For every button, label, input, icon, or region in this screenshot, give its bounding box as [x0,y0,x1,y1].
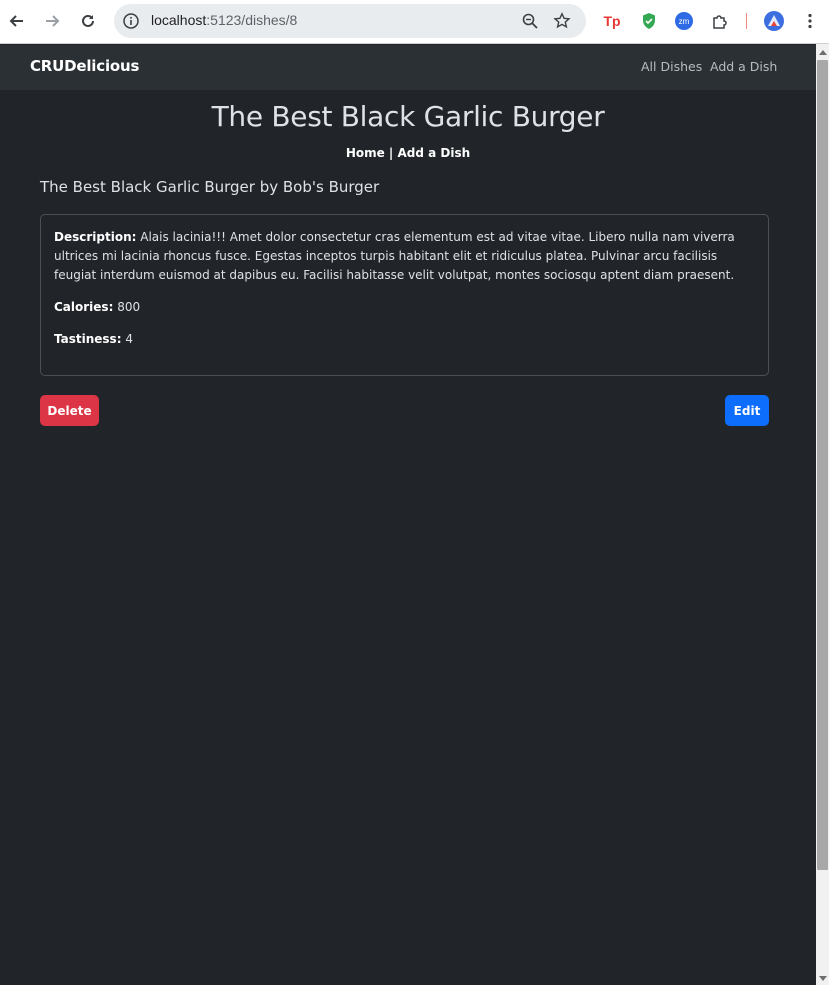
calories-value: 800 [117,300,141,314]
tp-extension-label: Tp [603,13,621,29]
brand-logo-text[interactable]: CRUDelicious [30,57,139,75]
url-host: localhost [151,12,207,28]
tastiness-text: Tastiness: 4 [54,330,754,349]
dish-heading: The Best Black Garlic Burger by Bob's Bu… [40,178,380,196]
back-arrow-icon[interactable] [6,10,28,32]
description-label: Description: [54,230,137,244]
nav-link-all-dishes[interactable]: All Dishes [641,59,702,74]
reload-icon[interactable] [77,10,99,32]
subnav-home-link[interactable]: Home [346,146,385,160]
calories-text: Calories: 800 [54,298,754,317]
extensions-puzzle-icon[interactable] [709,10,731,32]
dish-details-card: Description: Alais lacinia!!! Amet dolor… [40,214,769,376]
profile-avatar[interactable] [764,11,784,31]
tastiness-value: 4 [125,332,133,346]
subnav-separator: | [384,146,398,160]
edit-button[interactable]: Edit [725,395,769,426]
calories-label: Calories: [54,300,114,314]
browser-toolbar: localhost:5123/dishes/8 Tp zm [0,0,829,44]
kebab-menu-icon[interactable] [799,10,821,32]
zm-extension-icon[interactable]: zm [673,10,695,32]
description-text: Description: Alais lacinia!!! Amet dolor… [54,228,754,285]
app-navbar: CRUDelicious All Dishes Add a Dish [0,45,816,90]
zoom-icon[interactable] [521,12,539,30]
description-value: Alais lacinia!!! Amet dolor consectetur … [54,230,735,282]
toolbar-divider [746,13,747,29]
scrollbar-thumb[interactable] [817,60,828,870]
nav-link-add-dish[interactable]: Add a Dish [710,59,777,74]
subnav-add-dish-link[interactable]: Add a Dish [398,146,471,160]
address-bar[interactable]: localhost:5123/dishes/8 [114,4,586,38]
scroll-up-arrow-icon[interactable] [819,50,827,55]
url-path: :5123/dishes/8 [206,12,298,28]
tastiness-label: Tastiness: [54,332,122,346]
forward-arrow-icon[interactable] [41,10,63,32]
zm-extension-label: zm [675,12,693,30]
site-info-icon[interactable] [122,12,140,30]
page-title: The Best Black Garlic Burger [211,100,605,133]
url-text[interactable]: localhost:5123/dishes/8 [151,12,297,28]
tp-extension-icon[interactable]: Tp [601,10,623,32]
scroll-down-arrow-icon[interactable] [819,976,827,981]
bookmark-star-icon[interactable] [553,12,571,30]
delete-button[interactable]: Delete [40,395,99,426]
sub-navigation: Home | Add a Dish [0,146,816,160]
shield-extension-icon[interactable] [638,10,660,32]
